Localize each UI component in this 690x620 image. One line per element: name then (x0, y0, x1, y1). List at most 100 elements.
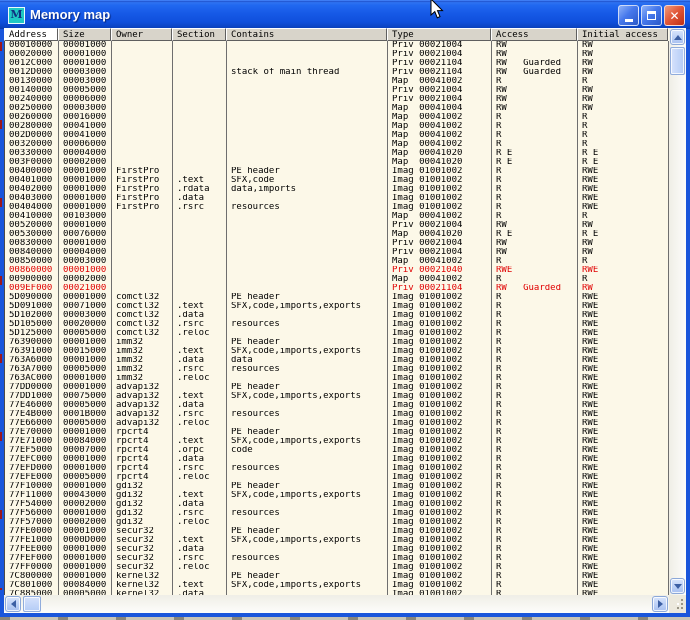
table-row[interactable]: 0084000000004000Priv 00021004RWRW (5, 248, 669, 257)
table-row[interactable]: 77EFE00000005000rpcrt4.relocImag 0100100… (5, 473, 669, 482)
column-header-owner[interactable]: Owner (111, 28, 172, 41)
table-row[interactable]: 0002000000001000Priv 00021004RWRW (5, 50, 669, 59)
table-row[interactable]: 0012D00000003000stack of main threadPriv… (5, 68, 669, 77)
table-row[interactable]: 5D09000000001000comctl32PE headerImag 01… (5, 293, 669, 302)
table-row[interactable]: 77FEF00000001000secur32.rsrcresourcesIma… (5, 554, 669, 563)
table-row[interactable]: 7C80000000001000kernel32PE headerImag 01… (5, 572, 669, 581)
column-header-access[interactable]: Access (491, 28, 577, 41)
cell-size: 00001000 (59, 221, 112, 230)
table-row[interactable]: 7639100000015000imm32.textSFX,code,impor… (5, 347, 669, 356)
table-row[interactable]: 763A600000001000imm32.datadataImag 01001… (5, 356, 669, 365)
cell-owner: advapi32 (112, 383, 173, 392)
table-row[interactable]: 0052000000001000Priv 00021004RWRW (5, 221, 669, 230)
table-row[interactable]: 0024000000006000Priv 00021004RWRW (5, 95, 669, 104)
cell-section: .text (173, 491, 227, 500)
table-row[interactable]: 77E6600000005000advapi32.relocImag 01001… (5, 419, 669, 428)
cell-access: R (492, 293, 578, 302)
column-header-section[interactable]: Section (172, 28, 226, 41)
table-row[interactable]: 0028000000041000Map 00041002RR (5, 122, 669, 131)
table-row[interactable]: 0001000000001000Priv 00021004RWRW (5, 41, 669, 50)
table-row[interactable]: 5D09100000071000comctl32.textSFX,code,im… (5, 302, 669, 311)
table-row[interactable]: 77E4B0000001B000advapi32.rsrcresourcesIm… (5, 410, 669, 419)
table-row[interactable]: 0025000000003000Map 00041004RWRW (5, 104, 669, 113)
table-row[interactable]: 77EFD00000001000rpcrt4.rsrcresourcesImag… (5, 464, 669, 473)
table-row[interactable]: 77E4600000005000advapi32.dataImag 010010… (5, 401, 669, 410)
cell-address: 77F57000 (5, 518, 59, 527)
cell-type: Imag 01001002 (388, 554, 492, 563)
table-row[interactable]: 5D10200000003000comctl32.dataImag 010010… (5, 311, 669, 320)
table-row[interactable]: 77F1000000001000gdi32PE headerImag 01001… (5, 482, 669, 491)
table-row[interactable]: 0040000000001000FirstProPE headerImag 01… (5, 167, 669, 176)
column-header-address[interactable]: Address (4, 28, 58, 41)
table-row[interactable]: 0085000000003000Map 00041002RR (5, 257, 669, 266)
table-row[interactable]: 002D000000041000Map 00041002RR (5, 131, 669, 140)
table-row[interactable]: 77FE000000001000secur32PE headerImag 010… (5, 527, 669, 536)
column-header-type[interactable]: Type (387, 28, 491, 41)
table-row[interactable]: 77E7100000084000rpcrt4.textSFX,code,impo… (5, 437, 669, 446)
table-row[interactable]: 0086000000001000Priv 00021040RWERWE (5, 266, 669, 275)
table-row[interactable]: 77FF000000001000secur32.relocImag 010010… (5, 563, 669, 572)
table-row[interactable]: 0040200000001000FirstPro.rdatadata,impor… (5, 185, 669, 194)
table-row[interactable]: 763AC00000001000imm32.relocImag 01001002… (5, 374, 669, 383)
cell-size: 00006000 (59, 95, 112, 104)
table-row[interactable]: 003F000000002000Map 00041020R ER E (5, 158, 669, 167)
table-row[interactable]: 0083000000001000Priv 00021004RWRW (5, 239, 669, 248)
table-row[interactable]: 77F5400000002000gdi32.dataImag 01001002R… (5, 500, 669, 509)
resize-grip[interactable] (669, 595, 686, 613)
table-row[interactable]: 77EF500000007000rpcrt4.orpccodeImag 0100… (5, 446, 669, 455)
cell-size: 00001000 (59, 266, 112, 275)
table-row[interactable]: 0033000000004000Map 00041020R ER E (5, 149, 669, 158)
vertical-scrollbar-thumb[interactable] (670, 47, 685, 75)
table-row[interactable]: 0013000000003000Map 00041002RR (5, 77, 669, 86)
scroll-down-button[interactable] (670, 578, 685, 594)
table-row[interactable]: 77EFC00000001000rpcrt4.dataImag 01001002… (5, 455, 669, 464)
table-row[interactable]: 77DD100000075000advapi32.textSFX,code,im… (5, 392, 669, 401)
table-row[interactable]: 0012C00000001000Priv 00021104RW GuardedR… (5, 59, 669, 68)
cell-contains: resources (227, 410, 388, 419)
cell-initial-access: R (578, 122, 669, 131)
table-row[interactable]: 7639000000001000imm32PE headerImag 01001… (5, 338, 669, 347)
column-header-size[interactable]: Size (58, 28, 111, 41)
table-row[interactable]: 763A700000005000imm32.rsrcresourcesImag … (5, 365, 669, 374)
table-row[interactable]: 7C80100000084000kernel32.textSFX,code,im… (5, 581, 669, 590)
table-row[interactable]: 77FEE00000001000secur32.dataImag 0100100… (5, 545, 669, 554)
table-row[interactable]: 0040100000001000FirstPro.textSFX,codeIma… (5, 176, 669, 185)
column-header-initial-access[interactable]: Initial access (577, 28, 668, 41)
background-edge-artifacts (0, 42, 2, 590)
titlebar[interactable]: M Memory map ✕ (0, 0, 690, 29)
arrow-down-icon (674, 584, 682, 589)
table-row[interactable]: 77F5700000002000gdi32.relocImag 01001002… (5, 518, 669, 527)
table-row[interactable]: 5D10500000020000comctl32.rsrcresourcesIm… (5, 320, 669, 329)
table-row[interactable]: 77DD000000001000advapi32PE headerImag 01… (5, 383, 669, 392)
cell-owner (112, 113, 173, 122)
column-header-contains[interactable]: Contains (226, 28, 387, 41)
scroll-left-button[interactable] (5, 596, 21, 612)
table-row[interactable]: 77F5600000001000gdi32.rsrcresourcesImag … (5, 509, 669, 518)
cell-size: 00084000 (59, 581, 112, 590)
cell-access: R (492, 518, 578, 527)
table-row[interactable]: 0026000000016000Map 00041002RR (5, 113, 669, 122)
close-button[interactable]: ✕ (664, 5, 685, 26)
table-row[interactable]: 77F1100000043000gdi32.textSFX,code,impor… (5, 491, 669, 500)
table-row[interactable]: 0014000000005000Priv 00021004RWRW (5, 86, 669, 95)
table-row[interactable]: 5D12500000005000comctl32.relocImag 01001… (5, 329, 669, 338)
vertical-scrollbar[interactable] (669, 28, 686, 595)
minimize-button[interactable] (618, 5, 639, 26)
maximize-button[interactable] (641, 5, 662, 26)
table-row[interactable]: 0040400000001000FirstPro.rsrcresourcesIm… (5, 203, 669, 212)
table-row[interactable]: 77E7000000001000rpcrt4PE headerImag 0100… (5, 428, 669, 437)
table-row[interactable]: 0041000000103000Map 00041002RR (5, 212, 669, 221)
table-row[interactable]: 0040300000001000FirstPro.dataImag 010010… (5, 194, 669, 203)
cell-size: 0001B000 (59, 410, 112, 419)
table-row[interactable]: 0053000000076000Map 00041020R ER E (5, 230, 669, 239)
cell-contains (227, 230, 388, 239)
horizontal-scrollbar[interactable] (4, 595, 669, 613)
cell-type: Imag 01001002 (388, 428, 492, 437)
scroll-right-button[interactable] (652, 596, 668, 612)
table-row[interactable]: 0032000000006000Map 00041002RR (5, 140, 669, 149)
table-row[interactable]: 009EF00000021000Priv 00021104RW GuardedR… (5, 284, 669, 293)
horizontal-scrollbar-thumb[interactable] (23, 596, 41, 612)
table-row[interactable]: 77FE10000000D000secur32.textSFX,code,imp… (5, 536, 669, 545)
table-row[interactable]: 0090000000002000Map 00041002RR (5, 275, 669, 284)
scroll-up-button[interactable] (670, 29, 685, 45)
